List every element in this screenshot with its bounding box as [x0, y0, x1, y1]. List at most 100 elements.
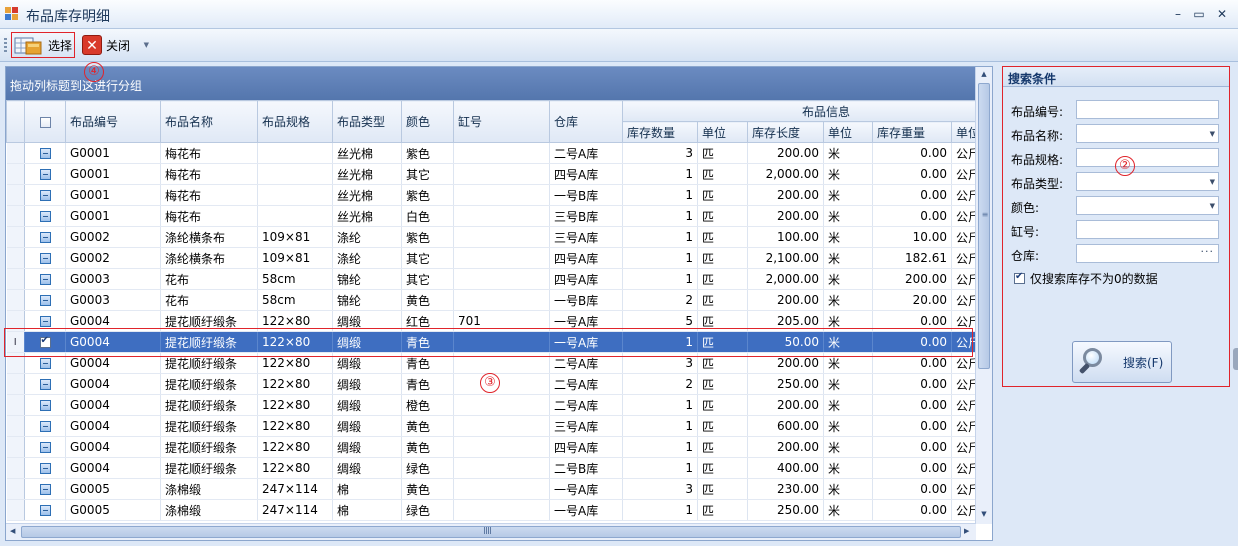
cell-length[interactable]: 2,000.00	[747, 163, 824, 185]
maximize-button[interactable]: ▭	[1189, 5, 1209, 23]
cell-vat[interactable]	[453, 184, 550, 206]
cell-color[interactable]: 紫色	[401, 184, 454, 206]
cell-unit-length[interactable]: 米	[823, 142, 873, 164]
table-row[interactable]: G0003花布58cm锦纶黄色 一号B库2匹200.00米20.00公斤	[6, 289, 976, 311]
cell-spec[interactable]: 247×114	[257, 499, 333, 521]
group-panel[interactable]: 拖动列标题到这进行分组	[6, 67, 976, 100]
cell-code[interactable]: G0004	[65, 352, 161, 374]
cell-qty[interactable]: 1	[622, 415, 698, 437]
cell-weight[interactable]: 0.00	[872, 310, 952, 332]
cell-type[interactable]: 绸缎	[332, 436, 402, 458]
cell-name[interactable]: 梅花布	[160, 184, 258, 206]
cell-length[interactable]: 2,000.00	[747, 268, 824, 290]
row-indicator[interactable]	[6, 457, 25, 479]
row-checkbox[interactable]	[39, 421, 51, 432]
row-checkbox[interactable]	[39, 335, 51, 348]
cell-unit-qty[interactable]: 匹	[697, 478, 748, 500]
cell-spec[interactable]: 122×80	[257, 394, 333, 416]
cell-weight[interactable]: 0.00	[872, 184, 952, 206]
cell-unit-length[interactable]: 米	[823, 310, 873, 332]
cell-warehouse[interactable]: 二号A库	[549, 352, 623, 374]
cell-code[interactable]: G0002	[65, 247, 161, 269]
cell-spec[interactable]: 58cm	[257, 268, 333, 290]
cell-name[interactable]: 提花顺纡缎条	[160, 394, 258, 416]
row-checkbox-cell[interactable]	[24, 457, 66, 479]
row-checkbox-cell[interactable]	[24, 499, 66, 521]
cell-warehouse[interactable]: 四号A库	[549, 163, 623, 185]
col-header-type[interactable]: 布品类型	[332, 100, 402, 143]
cell-spec[interactable]: 109×81	[257, 247, 333, 269]
cell-unit-qty[interactable]: 匹	[697, 499, 748, 521]
cell-unit-qty[interactable]: 匹	[697, 373, 748, 395]
table-row[interactable]: I G0004提花顺纡缎条122×80绸缎青色 一号A库1匹50.00米0.00公斤	[6, 331, 976, 353]
cell-name[interactable]: 提花顺纡缎条	[160, 436, 258, 458]
cell-unit-qty[interactable]: 匹	[697, 394, 748, 416]
cell-code[interactable]: G0001	[65, 205, 161, 227]
cell-warehouse[interactable]: 四号A库	[549, 247, 623, 269]
row-indicator[interactable]	[6, 268, 25, 290]
cell-warehouse[interactable]: 四号A库	[549, 436, 623, 458]
cell-weight[interactable]: 200.00	[872, 268, 952, 290]
cell-unit-weight[interactable]: 公斤	[951, 415, 976, 437]
cell-weight[interactable]: 0.00	[872, 436, 952, 458]
cell-spec[interactable]: 122×80	[257, 373, 333, 395]
row-checkbox-cell[interactable]	[24, 394, 66, 416]
cell-unit-weight[interactable]: 公斤	[951, 142, 976, 164]
cell-unit-qty[interactable]: 匹	[697, 457, 748, 479]
cell-warehouse[interactable]: 二号A库	[549, 394, 623, 416]
cell-qty[interactable]: 1	[622, 394, 698, 416]
cell-vat[interactable]	[453, 331, 550, 353]
cell-unit-qty[interactable]: 匹	[697, 247, 748, 269]
cell-qty[interactable]: 5	[622, 310, 698, 332]
cell-name[interactable]: 花布	[160, 289, 258, 311]
row-checkbox[interactable]	[39, 169, 51, 180]
cell-spec[interactable]: 122×80	[257, 310, 333, 332]
cell-unit-length[interactable]: 米	[823, 247, 873, 269]
cell-color[interactable]: 橙色	[401, 394, 454, 416]
cell-name[interactable]: 涤纶横条布	[160, 247, 258, 269]
cell-qty[interactable]: 2	[622, 373, 698, 395]
cell-weight[interactable]: 0.00	[872, 394, 952, 416]
cell-unit-weight[interactable]: 公斤	[951, 226, 976, 248]
row-checkbox-cell[interactable]	[24, 163, 66, 185]
cell-spec[interactable]	[257, 205, 333, 227]
row-checkbox-cell[interactable]	[24, 331, 66, 353]
cell-unit-weight[interactable]: 公斤	[951, 331, 976, 353]
cell-name[interactable]: 提花顺纡缎条	[160, 310, 258, 332]
close-window-button[interactable]: ✕	[1212, 5, 1232, 23]
cell-code[interactable]: G0004	[65, 331, 161, 353]
cell-vat[interactable]	[453, 268, 550, 290]
cell-color[interactable]: 紫色	[401, 142, 454, 164]
cell-unit-weight[interactable]: 公斤	[951, 205, 976, 227]
row-checkbox[interactable]	[39, 379, 51, 390]
cell-unit-length[interactable]: 米	[823, 394, 873, 416]
cell-unit-length[interactable]: 米	[823, 331, 873, 353]
cell-unit-qty[interactable]: 匹	[697, 289, 748, 311]
cell-code[interactable]: G0003	[65, 289, 161, 311]
side-handle[interactable]	[1233, 348, 1238, 370]
cell-color[interactable]: 绿色	[401, 457, 454, 479]
cell-vat[interactable]	[453, 247, 550, 269]
cell-length[interactable]: 250.00	[747, 373, 824, 395]
cell-length[interactable]: 200.00	[747, 394, 824, 416]
code-input[interactable]	[1076, 100, 1219, 119]
row-indicator[interactable]	[6, 373, 25, 395]
cell-color[interactable]: 绿色	[401, 499, 454, 521]
cell-type[interactable]: 锦纶	[332, 268, 402, 290]
color-dropdown[interactable]: ▼	[1076, 196, 1219, 215]
cell-unit-qty[interactable]: 匹	[697, 268, 748, 290]
col-header-vat[interactable]: 缸号	[453, 100, 550, 143]
row-checkbox[interactable]	[39, 442, 51, 453]
table-row[interactable]: G0004 提花顺纡缎条 122×80 绸缎 红色 701 一号A库 5 匹 205.00 米 0.0…	[6, 310, 976, 332]
cell-code[interactable]: G0002	[65, 226, 161, 248]
cell-qty[interactable]: 2	[622, 289, 698, 311]
search-button[interactable]: 搜索(F)	[1072, 341, 1172, 383]
cell-unit-weight[interactable]: 公斤	[951, 268, 976, 290]
cell-qty[interactable]: 3	[622, 352, 698, 374]
cell-qty[interactable]: 1	[622, 436, 698, 458]
cell-unit-qty[interactable]: 匹	[697, 142, 748, 164]
cell-length[interactable]: 200.00	[747, 142, 824, 164]
cell-length[interactable]: 200.00	[747, 205, 824, 227]
cell-unit-weight[interactable]: 公斤	[951, 499, 976, 521]
cell-type[interactable]: 绸缎	[332, 415, 402, 437]
